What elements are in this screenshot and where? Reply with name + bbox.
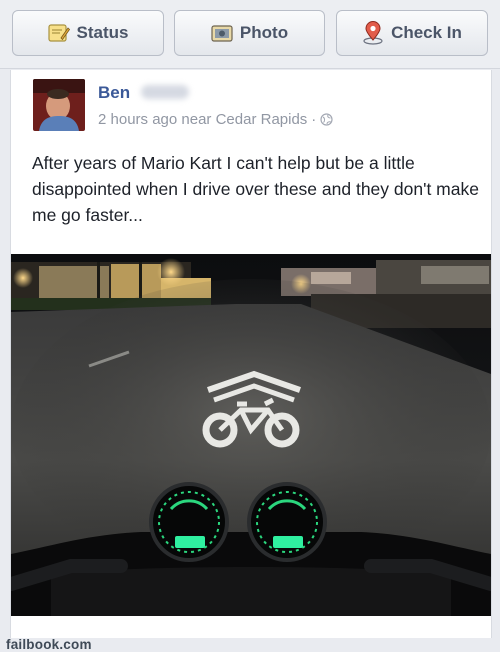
- post-message: After years of Mario Kart I can't help b…: [32, 153, 479, 225]
- status-button[interactable]: Status: [12, 10, 164, 56]
- post-meta: 2 hours ago near Cedar Rapids ·: [98, 111, 333, 128]
- post-photo[interactable]: [11, 254, 491, 616]
- photo-button[interactable]: Photo: [174, 10, 325, 56]
- meta-separator: ·: [311, 111, 317, 128]
- news-feed-post: Ben 2 hours ago near Cedar Rapids · Afte…: [10, 70, 492, 640]
- photo-label: Photo: [239, 23, 289, 42]
- author-name[interactable]: Ben: [98, 83, 130, 103]
- check-in-button[interactable]: Check In: [336, 10, 488, 56]
- status-pencil-icon: [47, 23, 70, 43]
- check-in-label: Check In: [391, 23, 462, 42]
- watermark: failbook.com: [6, 637, 92, 652]
- status-label: Status: [76, 23, 129, 42]
- photo-camera-icon: [211, 24, 233, 42]
- avatar[interactable]: [33, 79, 85, 131]
- globe-icon: [320, 113, 333, 126]
- redacted-surname: [141, 85, 189, 99]
- composer-bar: Status Photo Check In: [0, 0, 500, 69]
- post-time-location[interactable]: 2 hours ago near Cedar Rapids: [98, 111, 307, 128]
- location-pin-icon: [362, 21, 384, 45]
